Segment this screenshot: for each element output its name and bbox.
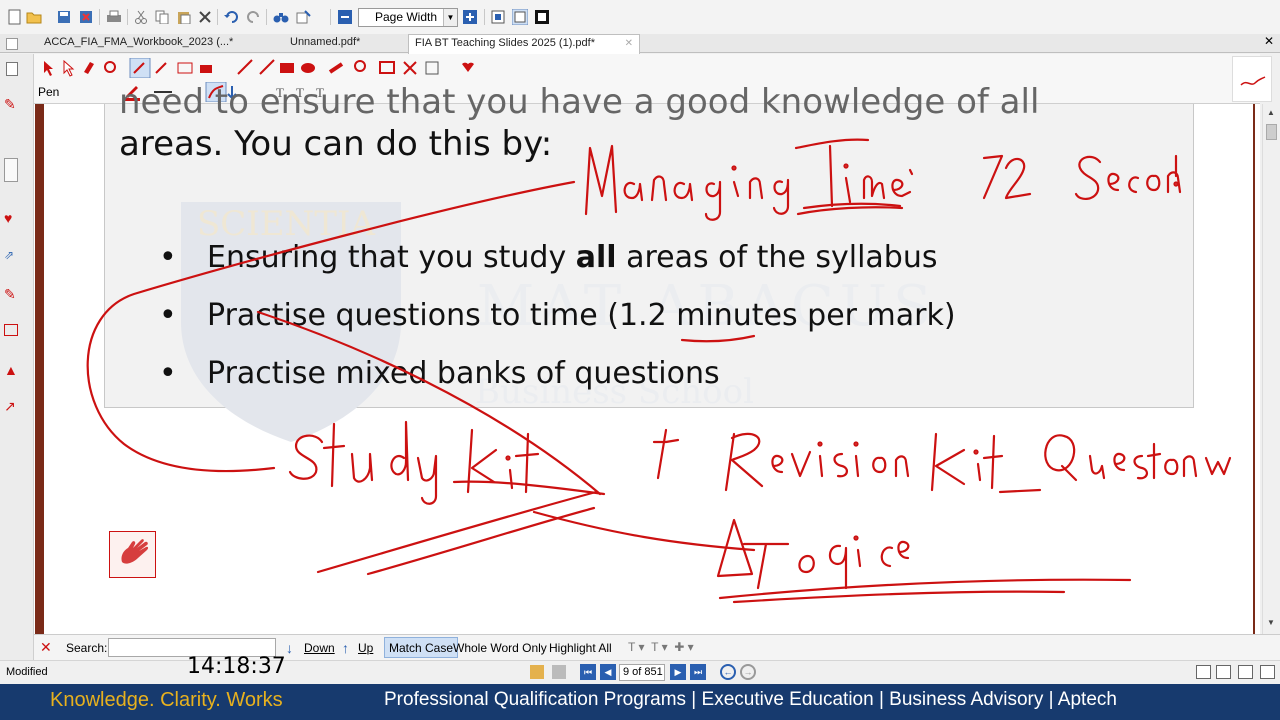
close-findbar-icon[interactable]: ✕ [40, 639, 52, 656]
chevron-down-icon[interactable]: ▼ [443, 9, 457, 26]
page-icon[interactable] [6, 62, 18, 76]
cut-icon[interactable] [133, 9, 149, 25]
pen-annotations[interactable] [34, 104, 1254, 634]
single-page-view-icon[interactable] [1196, 665, 1211, 679]
arrow-up-icon[interactable]: ↑ [342, 640, 349, 656]
select-icon[interactable] [296, 9, 312, 25]
zoom-in-icon[interactable] [462, 9, 478, 25]
close-document-icon[interactable]: ✕ [1264, 34, 1274, 48]
scroll-thumb[interactable] [1266, 124, 1277, 140]
fit-width-icon[interactable] [512, 9, 528, 25]
prev-page-button[interactable]: ◀ [600, 664, 616, 680]
new-icon[interactable] [7, 9, 23, 25]
tab-label: FIA BT Teaching Slides 2025 (1).pdf* [415, 37, 595, 49]
tab-workbook[interactable]: ACCA_FIA_FMA_Workbook_2023 (...* [38, 34, 284, 53]
recording-clock: 14:18:37 [187, 654, 286, 679]
highlighter-icon[interactable]: ✎ [4, 286, 16, 303]
note-icon[interactable] [109, 531, 156, 578]
bookmark-icon[interactable] [552, 665, 566, 679]
close-icon[interactable]: ✕ [625, 35, 633, 52]
next-page-button[interactable]: ▶ [670, 664, 686, 680]
scroll-up-icon[interactable]: ▲ [1267, 108, 1275, 117]
delete-icon[interactable] [197, 9, 213, 25]
paste-icon[interactable] [176, 9, 192, 25]
status-text: Modified [6, 666, 48, 678]
save-as-icon[interactable] [78, 9, 94, 25]
first-page-button[interactable]: ⏮ [580, 664, 596, 680]
main-toolbar: Page Width ▼ [0, 0, 1280, 34]
continuous-facing-view-icon[interactable] [1260, 665, 1275, 679]
fit-page-icon[interactable] [490, 9, 506, 25]
forward-icon[interactable]: → [740, 664, 756, 680]
textbox-icon[interactable] [4, 324, 18, 336]
fullscreen-icon[interactable] [534, 9, 550, 25]
whole-word-toggle[interactable]: Whole Word Only [453, 641, 547, 655]
tab-list-icon[interactable] [6, 38, 18, 50]
scroll-up-icon[interactable] [4, 158, 18, 182]
search-label: Search: [66, 641, 108, 655]
footer-tagline: Knowledge. Clarity. Works [50, 689, 283, 711]
vertical-scrollbar[interactable]: ▲ ▼ [1262, 104, 1280, 634]
back-icon[interactable]: ← [720, 664, 736, 680]
find-up-button[interactable]: Up [358, 641, 373, 655]
pen-icon[interactable]: ✎ [4, 96, 16, 113]
left-panel: ✎ ♥ ⇗ ✎ ▲ ↗ [0, 54, 34, 660]
heart-icon[interactable]: ♥ [4, 210, 12, 226]
tab-label: ACCA_FIA_FMA_Workbook_2023 (...* [44, 36, 234, 48]
open-icon[interactable] [26, 9, 42, 25]
thumbnail-icon[interactable] [530, 665, 544, 679]
footer-programs: Professional Qualification Programs | Ex… [384, 689, 1117, 710]
scroll-down-icon[interactable]: ▼ [1267, 618, 1275, 627]
stamp-icon[interactable]: ▲ [4, 362, 18, 378]
link-icon[interactable]: ⇗ [4, 248, 14, 262]
continuous-view-icon[interactable] [1216, 665, 1231, 679]
save-icon[interactable] [56, 9, 72, 25]
print-icon[interactable] [106, 9, 122, 25]
undo-icon[interactable] [224, 9, 240, 25]
tab-teaching-slides[interactable]: FIA BT Teaching Slides 2025 (1).pdf* ✕ [408, 34, 640, 54]
find-icon[interactable] [273, 9, 289, 25]
pen-preview [1232, 56, 1272, 102]
find-down-button[interactable]: Down [304, 641, 335, 655]
page-counter[interactable]: 9 of 851 [619, 664, 665, 681]
annotation-tool-icons[interactable] [38, 58, 498, 78]
tool-mode-label: Pen [38, 85, 60, 99]
arrow-icon[interactable]: ↗ [4, 398, 16, 415]
last-page-button[interactable]: ⏭ [690, 664, 706, 680]
match-case-toggle[interactable]: Match Case [384, 637, 459, 658]
zoom-value: Page Width [375, 10, 438, 24]
redo-icon[interactable] [245, 9, 261, 25]
tab-unnamed[interactable]: Unnamed.pdf* [284, 34, 406, 53]
copy-icon[interactable] [154, 9, 170, 25]
facing-view-icon[interactable] [1238, 665, 1253, 679]
document-tabs: ACCA_FIA_FMA_Workbook_2023 (...* Unnamed… [0, 34, 1280, 54]
highlight-all-toggle[interactable]: Highlight All [549, 641, 612, 655]
footer-banner: Knowledge. Clarity. Works Professional Q… [0, 684, 1280, 720]
zoom-select[interactable]: Page Width ▼ [358, 8, 458, 27]
zoom-out-icon[interactable] [337, 9, 353, 25]
arrow-down-icon[interactable]: ↓ [286, 640, 293, 656]
text-format-icons[interactable]: T ▾ T ▾ ✚ ▾ [628, 640, 694, 654]
tab-label: Unnamed.pdf* [290, 36, 361, 48]
